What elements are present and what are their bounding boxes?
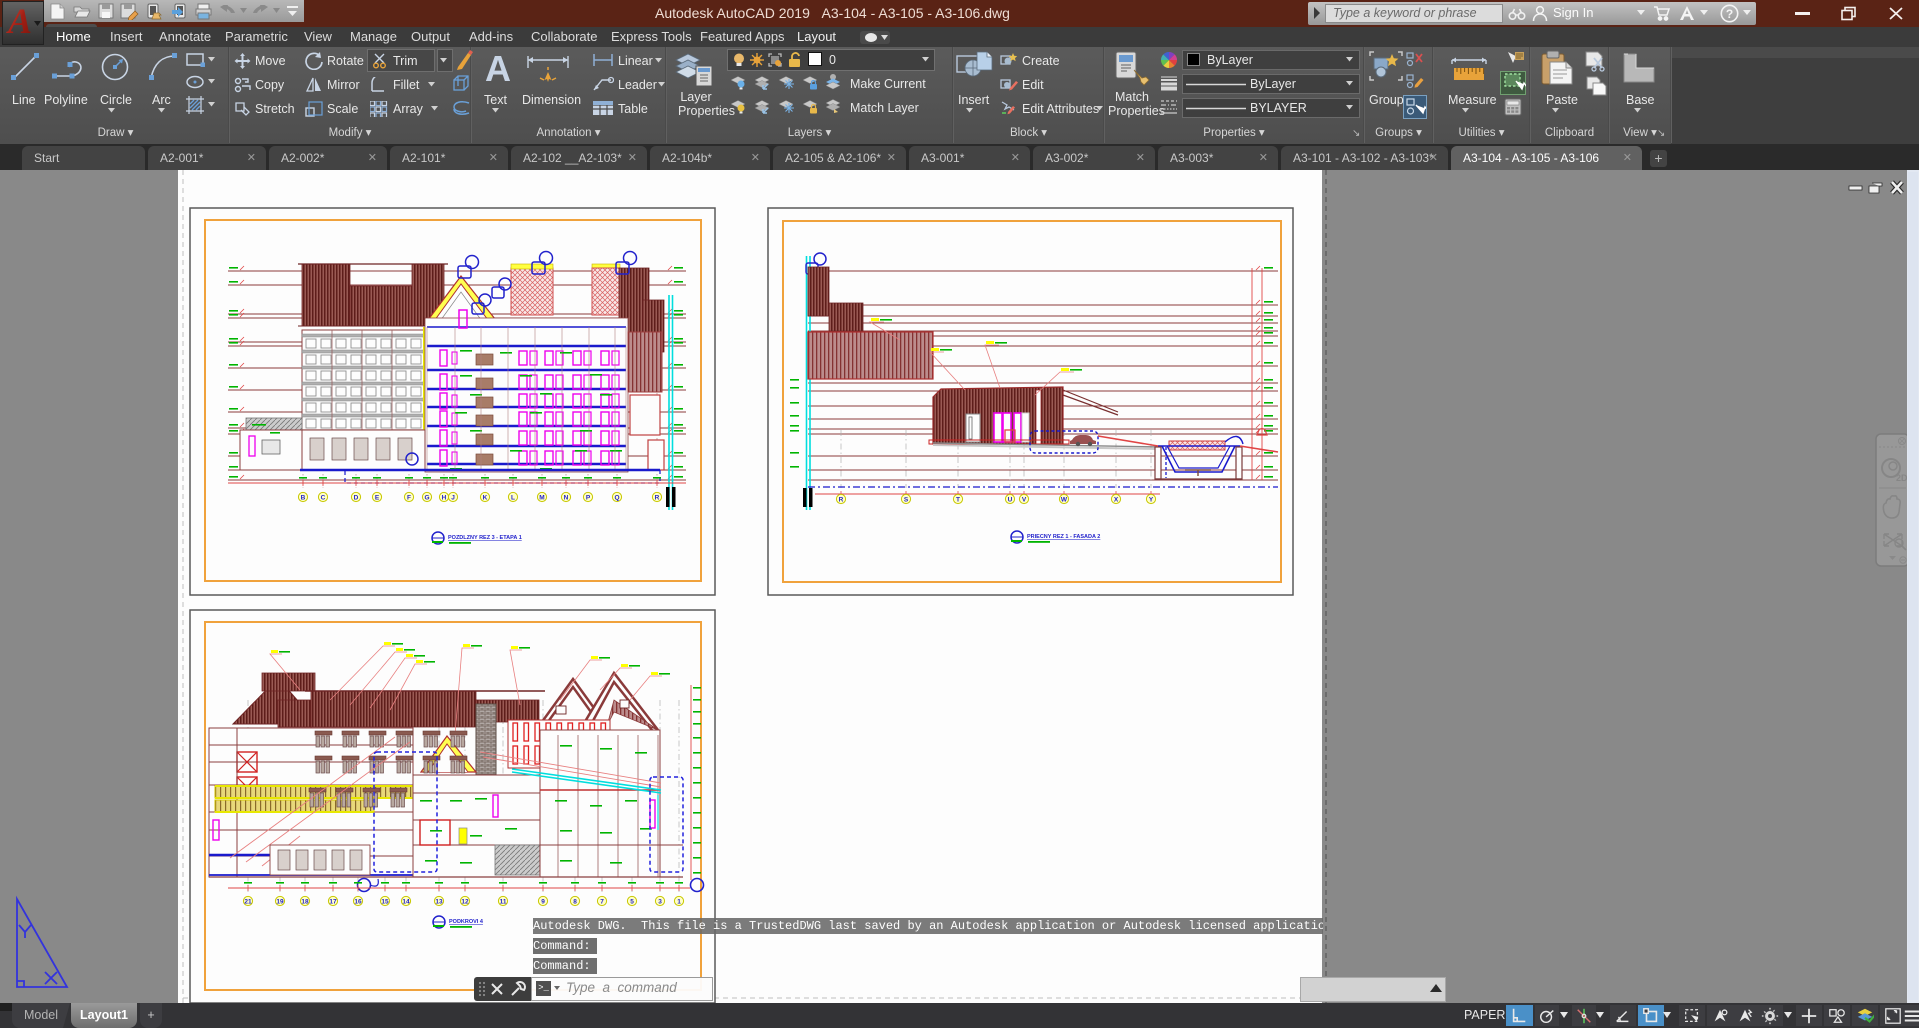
svg-text:A: A — [6, 2, 32, 41]
svg-text:PRIECNY REZ 1 - FASADA 2: PRIECNY REZ 1 - FASADA 2 — [1027, 534, 1100, 540]
svg-text:2D: 2D — [1896, 473, 1908, 483]
svg-text:S: S — [904, 497, 909, 504]
svg-text:18: 18 — [301, 899, 309, 906]
svg-text:Q: Q — [614, 495, 619, 502]
svg-text:1: 1 — [677, 899, 681, 906]
svg-text:N: N — [564, 495, 569, 502]
svg-text:15: 15 — [381, 899, 389, 906]
svg-text:3: 3 — [658, 899, 662, 906]
svg-text:H: H — [442, 495, 447, 502]
svg-text:D: D — [354, 495, 359, 502]
svg-text:V: V — [1022, 497, 1027, 504]
svg-text:13: 13 — [435, 899, 443, 906]
svg-text:14: 14 — [402, 899, 410, 906]
svg-text:M: M — [539, 495, 544, 502]
svg-text:B: B — [301, 495, 306, 502]
svg-text:9: 9 — [541, 899, 545, 906]
svg-text:19: 19 — [276, 899, 284, 906]
svg-text:?: ? — [1726, 7, 1733, 21]
svg-text:R: R — [839, 497, 844, 504]
svg-text:J: J — [451, 495, 455, 502]
svg-text:8: 8 — [573, 899, 577, 906]
svg-text:POZDLZNY REZ 3 - ETAPA 1: POZDLZNY REZ 3 - ETAPA 1 — [448, 535, 522, 541]
svg-text:Y: Y — [1149, 497, 1154, 504]
svg-text:L: L — [511, 495, 515, 502]
svg-text:X: X — [1114, 497, 1119, 504]
svg-text:17: 17 — [329, 899, 337, 906]
svg-text:W: W — [1061, 497, 1068, 504]
svg-text:A: A — [485, 50, 511, 88]
svg-text:T: T — [956, 497, 960, 504]
svg-text:7: 7 — [600, 899, 604, 906]
svg-text:12: 12 — [461, 899, 469, 906]
svg-text:G: G — [424, 495, 429, 502]
svg-text:R: R — [655, 495, 660, 502]
svg-text:F: F — [407, 495, 411, 502]
svg-text:U: U — [1008, 497, 1013, 504]
svg-text:E: E — [375, 495, 380, 502]
svg-text:K: K — [483, 495, 488, 502]
svg-text:5: 5 — [630, 899, 634, 906]
svg-text:C: C — [321, 495, 326, 502]
svg-text:PODKROVI 4: PODKROVI 4 — [449, 919, 484, 925]
svg-text:11: 11 — [500, 899, 507, 906]
svg-text:21: 21 — [244, 899, 252, 906]
svg-text:P: P — [586, 495, 591, 502]
svg-text:16: 16 — [354, 899, 362, 906]
